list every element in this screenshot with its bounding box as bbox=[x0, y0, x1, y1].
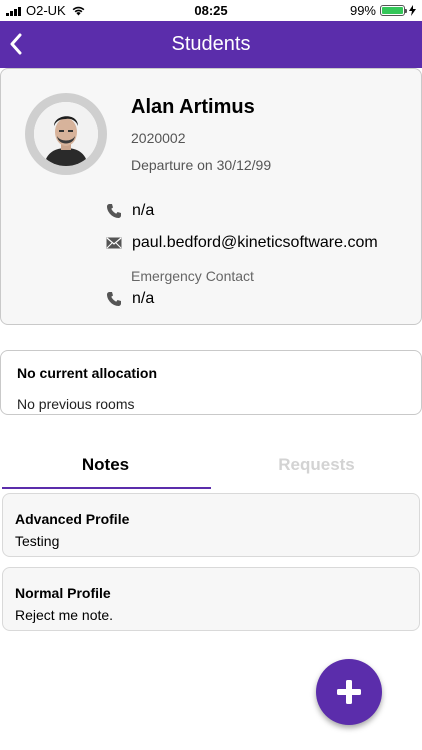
add-note-button[interactable] bbox=[316, 659, 382, 725]
avatar-photo bbox=[34, 102, 98, 166]
note-title: Normal Profile bbox=[15, 585, 111, 601]
allocation-title: No current allocation bbox=[17, 365, 158, 381]
phone-row[interactable]: n/a bbox=[105, 202, 154, 220]
tab-bar: Notes Requests bbox=[0, 440, 422, 490]
note-body: Reject me note. bbox=[15, 607, 114, 623]
student-id: 2020002 bbox=[131, 130, 186, 146]
emergency-phone-row[interactable]: n/a bbox=[105, 290, 154, 308]
phone-icon bbox=[105, 203, 122, 220]
avatar[interactable] bbox=[25, 93, 107, 175]
tab-notes[interactable]: Notes bbox=[0, 440, 211, 490]
status-bar: O2-UK 08:25 99% bbox=[0, 0, 422, 21]
plus-icon bbox=[337, 680, 361, 704]
email-value: paul.bedford@kineticsoftware.com bbox=[132, 234, 378, 251]
note-body: Testing bbox=[15, 533, 60, 549]
phone-value: n/a bbox=[132, 202, 155, 219]
note-card[interactable]: Normal Profile Reject me note. bbox=[2, 567, 420, 631]
note-title: Advanced Profile bbox=[15, 511, 130, 527]
profile-card: Alan Artimus 2020002 Departure on 30/12/… bbox=[0, 68, 422, 325]
app-header: Students bbox=[0, 21, 422, 68]
battery-percent: 99% bbox=[349, 3, 376, 18]
mail-icon bbox=[105, 235, 122, 252]
charging-icon bbox=[409, 5, 416, 16]
email-row[interactable]: paul.bedford@kineticsoftware.com bbox=[105, 234, 378, 252]
emergency-phone-value: n/a bbox=[132, 290, 155, 307]
allocation-card[interactable]: No current allocation No previous rooms bbox=[0, 350, 422, 415]
note-card[interactable]: Advanced Profile Testing bbox=[2, 493, 420, 557]
tab-requests[interactable]: Requests bbox=[211, 440, 422, 490]
phone-icon bbox=[105, 291, 122, 308]
battery-icon bbox=[380, 5, 407, 16]
allocation-subtitle: No previous rooms bbox=[17, 396, 135, 412]
page-title: Students bbox=[171, 33, 251, 55]
status-right: 99% bbox=[350, 3, 416, 18]
departure-date: Departure on 30/12/99 bbox=[131, 157, 272, 173]
student-name: Alan Artimus bbox=[131, 96, 255, 118]
active-tab-indicator bbox=[2, 487, 211, 489]
emergency-contact-label: Emergency Contact bbox=[131, 268, 254, 284]
